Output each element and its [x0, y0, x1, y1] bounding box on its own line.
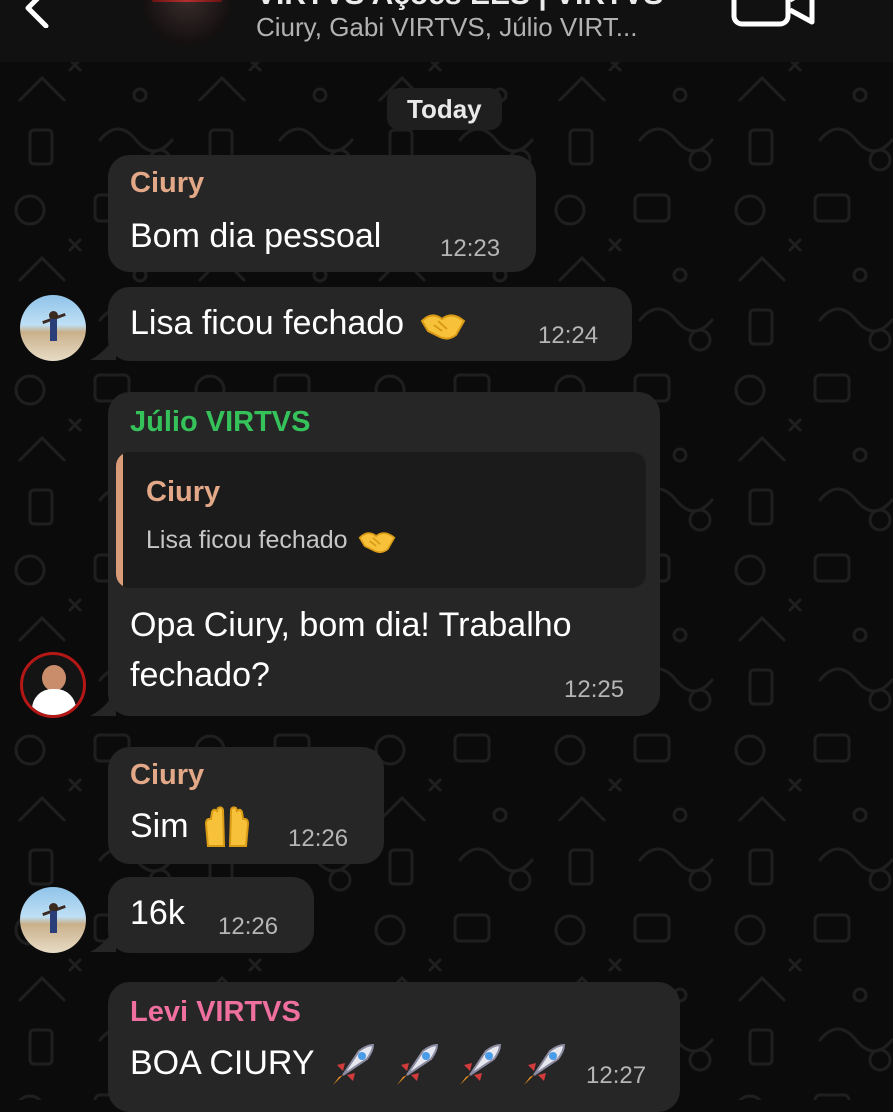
message-time: 12:26	[218, 913, 279, 940]
chat-header: VIRTVS Ações EES | VIRTVS Ciury, Gabi VI…	[0, 0, 893, 62]
message-text-line: fechado?	[130, 656, 270, 694]
message-sender: Ciury	[130, 167, 205, 199]
avatar[interactable]	[20, 887, 86, 953]
message-bubble[interactable]: 16k 12:26	[108, 877, 314, 953]
message-text: Bom dia pessoal	[130, 217, 382, 255]
video-call-icon[interactable]	[728, 0, 828, 30]
group-avatar[interactable]	[144, 0, 230, 46]
avatar-face	[42, 665, 66, 691]
handshake-icon	[420, 314, 465, 340]
group-logo	[152, 0, 222, 2]
date-divider: Today	[387, 88, 502, 130]
message-bubble[interactable]: Júlio VIRTVS Ciury Lisa ficou fechado Op…	[108, 392, 660, 716]
message-text-line: Opa Ciury, bom dia! Trabalho	[130, 606, 572, 644]
message-bubble[interactable]: Ciury Bom dia pessoal 12:23	[108, 155, 536, 272]
message-text: BOA CIURY	[130, 1038, 568, 1089]
message-text-value: BOA CIURY	[130, 1044, 314, 1082]
chat-members[interactable]: Ciury, Gabi VIRTVS, Júlio VIRT...	[256, 12, 637, 43]
message-text-value: Sim	[130, 807, 189, 845]
avatar-shirt	[32, 689, 76, 715]
message-time: 12:24	[538, 322, 599, 349]
avatar-figure	[50, 319, 57, 341]
avatar[interactable]	[20, 295, 86, 361]
message-bubble[interactable]: Lisa ficou fechado 12:24	[108, 287, 632, 361]
reply-text: Lisa ficou fechado	[146, 520, 396, 560]
reply-quote[interactable]: Ciury Lisa ficou fechado	[116, 452, 646, 588]
message-bubble[interactable]: Levi VIRTVS BOA CIURY 12:27	[108, 982, 680, 1112]
message-time: 12:27	[586, 1062, 647, 1089]
message-sender: Ciury	[130, 759, 205, 791]
message-bubble[interactable]: Ciury Sim 12:26	[108, 747, 384, 864]
message-time: 12:25	[564, 676, 625, 703]
rocket-icon	[333, 1044, 375, 1086]
rocket-icon	[460, 1044, 502, 1086]
avatar[interactable]	[20, 652, 86, 718]
avatar-figure	[50, 911, 57, 933]
message-text: Lisa ficou fechado	[130, 298, 466, 348]
message-text: 16k	[130, 894, 185, 932]
reply-sender: Ciury	[146, 476, 221, 508]
reply-quote-bar	[116, 452, 123, 588]
message-sender: Júlio VIRTVS	[130, 406, 311, 438]
raising-hands-icon	[205, 806, 250, 848]
handshake-icon	[359, 532, 396, 554]
back-arrow-icon[interactable]	[18, 0, 58, 28]
message-sender: Levi VIRTVS	[130, 996, 301, 1028]
message-time: 12:26	[288, 825, 349, 852]
rocket-icon	[523, 1044, 565, 1086]
chat-title[interactable]: VIRTVS Ações EES | VIRTVS	[256, 0, 706, 12]
rocket-icon	[396, 1044, 438, 1086]
message-time: 12:23	[440, 235, 501, 262]
message-text: Sim	[130, 801, 252, 851]
reply-text-value: Lisa ficou fechado	[146, 526, 348, 554]
message-text-value: Lisa ficou fechado	[130, 304, 405, 342]
